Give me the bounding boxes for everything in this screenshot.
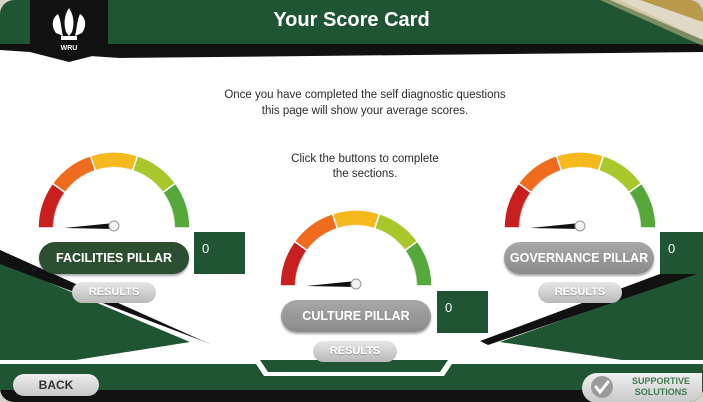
- gauge-needle-icon: [530, 220, 586, 232]
- support-line-2: SOLUTIONS: [634, 387, 688, 397]
- culture-pillar-button[interactable]: CULTURE PILLAR: [281, 300, 431, 332]
- page-title: Your Score Card: [273, 9, 430, 31]
- back-button[interactable]: BACK: [13, 374, 99, 396]
- supportive-solutions-label: SUPPORTIVE SOLUTIONS: [622, 376, 700, 398]
- gauge-needle-icon: [64, 220, 120, 232]
- supportive-solutions-button[interactable]: SUPPORTIVE SOLUTIONS: [582, 373, 702, 402]
- scorecard-screen: WRU Your Score Card Once you have comple…: [0, 0, 703, 402]
- culture-score: 0: [437, 291, 488, 333]
- gauge-needle-icon: [306, 278, 362, 290]
- culture-gauge: [279, 209, 433, 290]
- facilities-pillar-button[interactable]: FACILITIES PILLAR: [39, 242, 189, 274]
- support-line-1: SUPPORTIVE: [631, 376, 690, 386]
- facilities-gauge: [37, 151, 191, 232]
- intro-line-2: this page will show your average scores.: [261, 105, 469, 117]
- facilities-score: 0: [194, 232, 245, 274]
- gauge-segment: [403, 240, 433, 287]
- culture-results-button[interactable]: RESULTS: [313, 341, 397, 362]
- intro-line-1: Once you have completed the self diagnos…: [224, 89, 506, 101]
- logo-text: WRU: [61, 45, 78, 52]
- instruction-line-1: Click the buttons to complete: [291, 153, 439, 165]
- instruction-line-2: the sections.: [332, 168, 398, 180]
- check-icon: [591, 376, 613, 398]
- facilities-results-button[interactable]: RESULTS: [72, 282, 156, 303]
- governance-gauge: [503, 151, 657, 232]
- gauge-segment: [627, 182, 657, 229]
- gauge-segment: [161, 182, 191, 229]
- governance-results-button[interactable]: RESULTS: [538, 282, 622, 303]
- governance-pillar-button[interactable]: GOVERNANCE PILLAR: [504, 242, 654, 274]
- governance-score: 0: [660, 232, 703, 274]
